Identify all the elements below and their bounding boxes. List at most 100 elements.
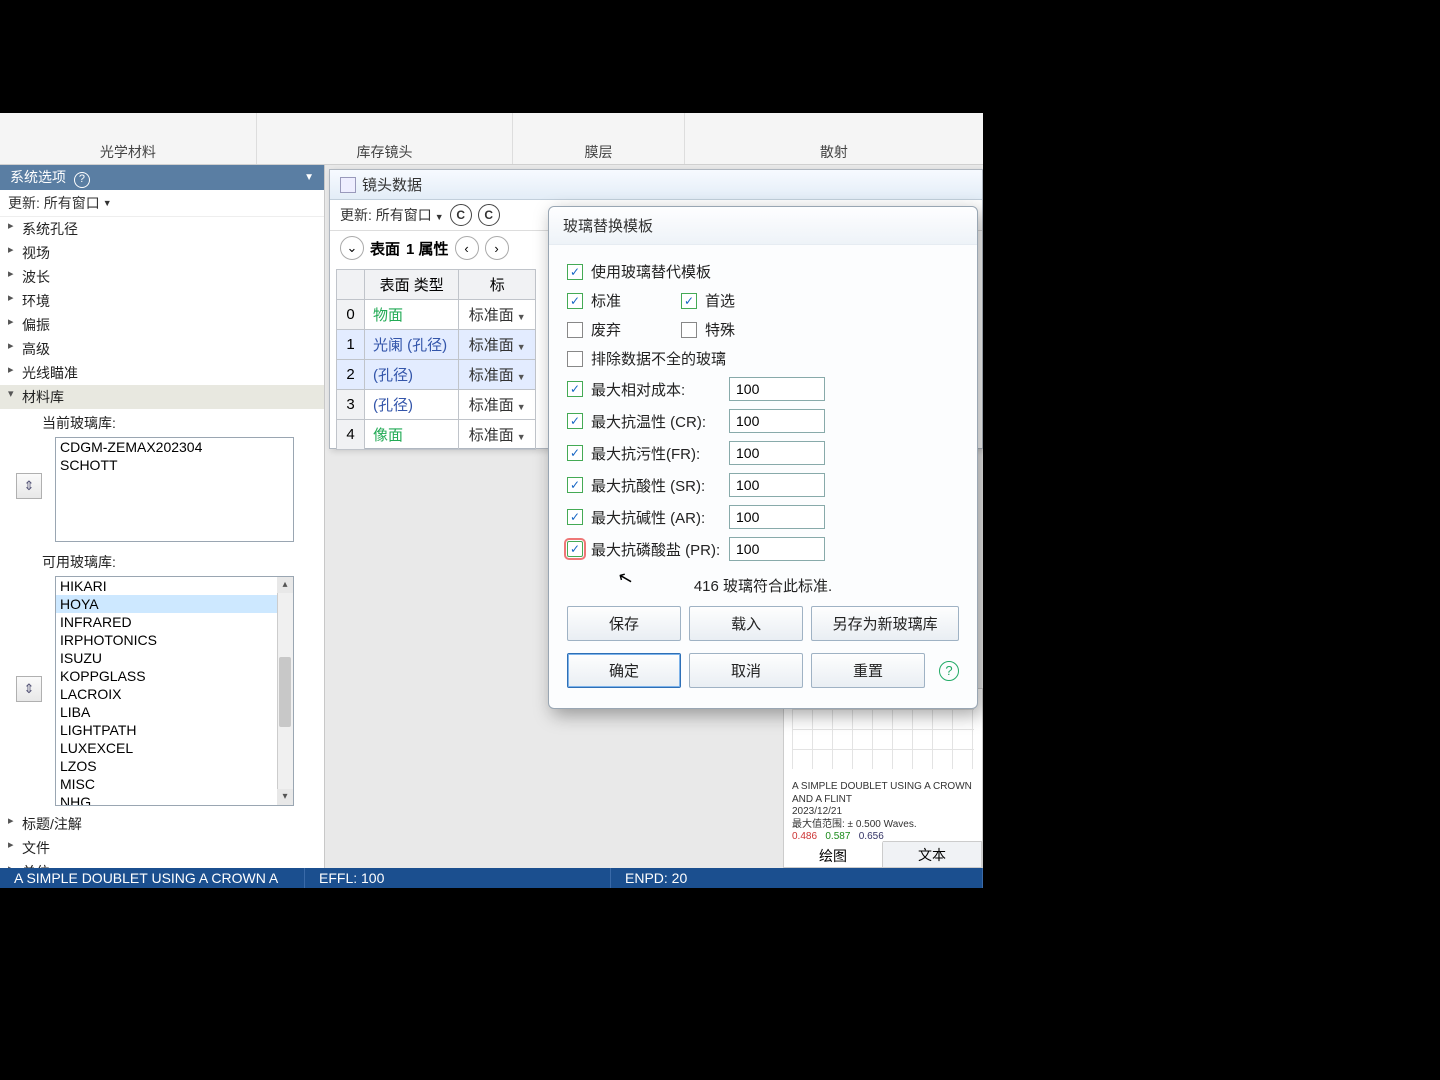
status-effl: EFFL: 100 <box>305 868 611 888</box>
table-row: 4像面标准面▼ <box>337 420 536 450</box>
checkbox-max-cr[interactable] <box>567 413 583 429</box>
tree-item-polarization[interactable]: 偏振 <box>0 313 324 337</box>
reset-button[interactable]: 重置 <box>811 653 925 688</box>
prev-surface-button[interactable]: ‹ <box>455 236 479 260</box>
label-max-cr: 最大抗温性 (CR): <box>591 411 721 432</box>
move-button[interactable]: ⇕ <box>16 473 42 499</box>
plot-caption: A SIMPLE DOUBLET USING A CROWN AND A FLI… <box>792 781 974 844</box>
cancel-button[interactable]: 取消 <box>689 653 803 688</box>
toolbar-button-c1[interactable]: C <box>450 204 472 226</box>
list-item[interactable]: SCHOTT <box>56 456 293 474</box>
input-max-ar[interactable] <box>729 505 825 529</box>
checkbox-max-cost[interactable] <box>567 381 583 397</box>
tree-item-advanced[interactable]: 高级 <box>0 337 324 361</box>
tab-draw[interactable]: 绘图 <box>784 841 883 867</box>
tree-item-file[interactable]: 文件 <box>0 836 324 860</box>
status-bar: A SIMPLE DOUBLET USING A CROWN A EFFL: 1… <box>0 868 983 888</box>
list-item[interactable]: HIKARI <box>56 577 293 595</box>
available-catalog-label: 可用玻璃库: <box>0 548 324 576</box>
tree-item-wavelength[interactable]: 波长 <box>0 265 324 289</box>
checkbox-obsolete[interactable] <box>567 322 583 338</box>
list-item[interactable]: LIBA <box>56 703 293 721</box>
list-item[interactable]: MISC <box>56 775 293 793</box>
chevron-down-icon[interactable]: ▼ <box>304 172 314 183</box>
ribbon-group-scatter[interactable]: 散射 <box>685 113 983 164</box>
scrollbar[interactable]: ▴ ▾ <box>277 577 293 805</box>
label-max-cost: 最大相对成本: <box>591 379 721 400</box>
available-catalog-list[interactable]: HIKARI HOYA INFRARED IRPHOTONICS ISUZU K… <box>55 576 294 806</box>
input-max-sr[interactable] <box>729 473 825 497</box>
list-item[interactable]: INFRARED <box>56 613 293 631</box>
help-icon[interactable]: ? <box>74 172 90 188</box>
current-catalog-label: 当前玻璃库: <box>0 409 324 437</box>
tree-item-ray-aiming[interactable]: 光线瞄准 <box>0 361 324 385</box>
tree-item-environment[interactable]: 环境 <box>0 289 324 313</box>
window-title-text: 镜头数据 <box>362 174 422 195</box>
list-item[interactable]: LZOS <box>56 757 293 775</box>
window-title-bar[interactable]: 镜头数据 <box>330 170 982 200</box>
label-standard: 标准 <box>591 290 621 311</box>
glass-substitution-dialog: 玻璃替换模板 使用玻璃替代模板 标准 首选 废弃 特殊 排除数据不全的玻璃 最大… <box>548 206 978 709</box>
tab-text[interactable]: 文本 <box>883 842 982 867</box>
surface-prop-label: 1 属性 <box>406 238 449 259</box>
col-comment: 标 <box>459 270 536 300</box>
ribbon-group-materials[interactable]: 光学材料 <box>0 113 257 164</box>
input-max-cr[interactable] <box>729 409 825 433</box>
tree-item-title-notes[interactable]: 标题/注解 <box>0 812 324 836</box>
update-all-windows[interactable]: 更新: 所有窗口▼ <box>0 190 324 217</box>
update-dropdown[interactable]: 更新: 所有窗口▼ <box>340 205 444 225</box>
input-max-pr[interactable] <box>729 537 825 561</box>
input-max-cost[interactable] <box>729 377 825 401</box>
save-button[interactable]: 保存 <box>567 606 681 641</box>
checkbox-special[interactable] <box>681 322 697 338</box>
glass-count-status: 416 玻璃符合此标准. <box>567 565 959 600</box>
input-max-fr[interactable] <box>729 441 825 465</box>
checkbox-max-sr[interactable] <box>567 477 583 493</box>
checkbox-exclude-missing[interactable] <box>567 351 583 367</box>
table-row: 2(孔径)标准面▼ <box>337 360 536 390</box>
scroll-up-icon[interactable]: ▴ <box>277 577 293 593</box>
checkbox-max-ar[interactable] <box>567 509 583 525</box>
label-max-fr: 最大抗污性(FR): <box>591 443 721 464</box>
tree-item-aperture[interactable]: 系统孔径 <box>0 217 324 241</box>
help-icon[interactable]: ? <box>939 661 959 681</box>
system-options-panel: 系统选项 ? ▼ 更新: 所有窗口▼ 系统孔径 视场 波长 环境 偏振 高级 光… <box>0 165 325 868</box>
tree-item-material-library[interactable]: 材料库 <box>0 385 324 409</box>
list-item[interactable]: KOPPGLASS <box>56 667 293 685</box>
collapse-icon[interactable]: ⌄ <box>340 236 364 260</box>
checkbox-use-template[interactable] <box>567 264 583 280</box>
scroll-thumb[interactable] <box>279 657 291 727</box>
next-surface-button[interactable]: › <box>485 236 509 260</box>
load-button[interactable]: 载入 <box>689 606 803 641</box>
document-icon <box>340 177 356 193</box>
ok-button[interactable]: 确定 <box>567 653 681 688</box>
list-item[interactable]: LUXEXCEL <box>56 739 293 757</box>
checkbox-standard[interactable] <box>567 293 583 309</box>
list-item[interactable]: NHG <box>56 793 293 806</box>
checkbox-preferred[interactable] <box>681 293 697 309</box>
list-item[interactable]: ISUZU <box>56 649 293 667</box>
current-catalog-list[interactable]: CDGM-ZEMAX202304 SCHOTT <box>55 437 294 542</box>
list-item[interactable]: CDGM-ZEMAX202304 <box>56 438 293 456</box>
list-item[interactable]: IRPHOTONICS <box>56 631 293 649</box>
panel-title-text: 系统选项 <box>10 169 66 185</box>
surface-label: 表面 <box>370 238 400 259</box>
move-button[interactable]: ⇕ <box>16 676 42 702</box>
ribbon-group-coatings[interactable]: 膜层 <box>513 113 684 164</box>
status-enpd: ENPD: 20 <box>611 868 983 888</box>
toolbar-button-c2[interactable]: C <box>478 204 500 226</box>
list-item[interactable]: LIGHTPATH <box>56 721 293 739</box>
checkbox-max-pr[interactable] <box>567 541 583 557</box>
panel-title-bar: 系统选项 ? ▼ <box>0 165 324 190</box>
label-special: 特殊 <box>705 319 735 340</box>
list-item[interactable]: HOYA <box>56 595 293 613</box>
lens-data-table[interactable]: 表面 类型标 0物面标准面▼ 1光阑 (孔径)标准面▼ 2(孔径)标准面▼ 3(… <box>336 269 536 450</box>
list-item[interactable]: LACROIX <box>56 685 293 703</box>
checkbox-max-fr[interactable] <box>567 445 583 461</box>
save-as-catalog-button[interactable]: 另存为新玻璃库 <box>811 606 959 641</box>
tree-item-field[interactable]: 视场 <box>0 241 324 265</box>
table-row: 1光阑 (孔径)标准面▼ <box>337 330 536 360</box>
col-surface-type: 表面 类型 <box>365 270 459 300</box>
ribbon-group-stock-lens[interactable]: 库存镜头 <box>257 113 514 164</box>
scroll-down-icon[interactable]: ▾ <box>277 789 293 805</box>
